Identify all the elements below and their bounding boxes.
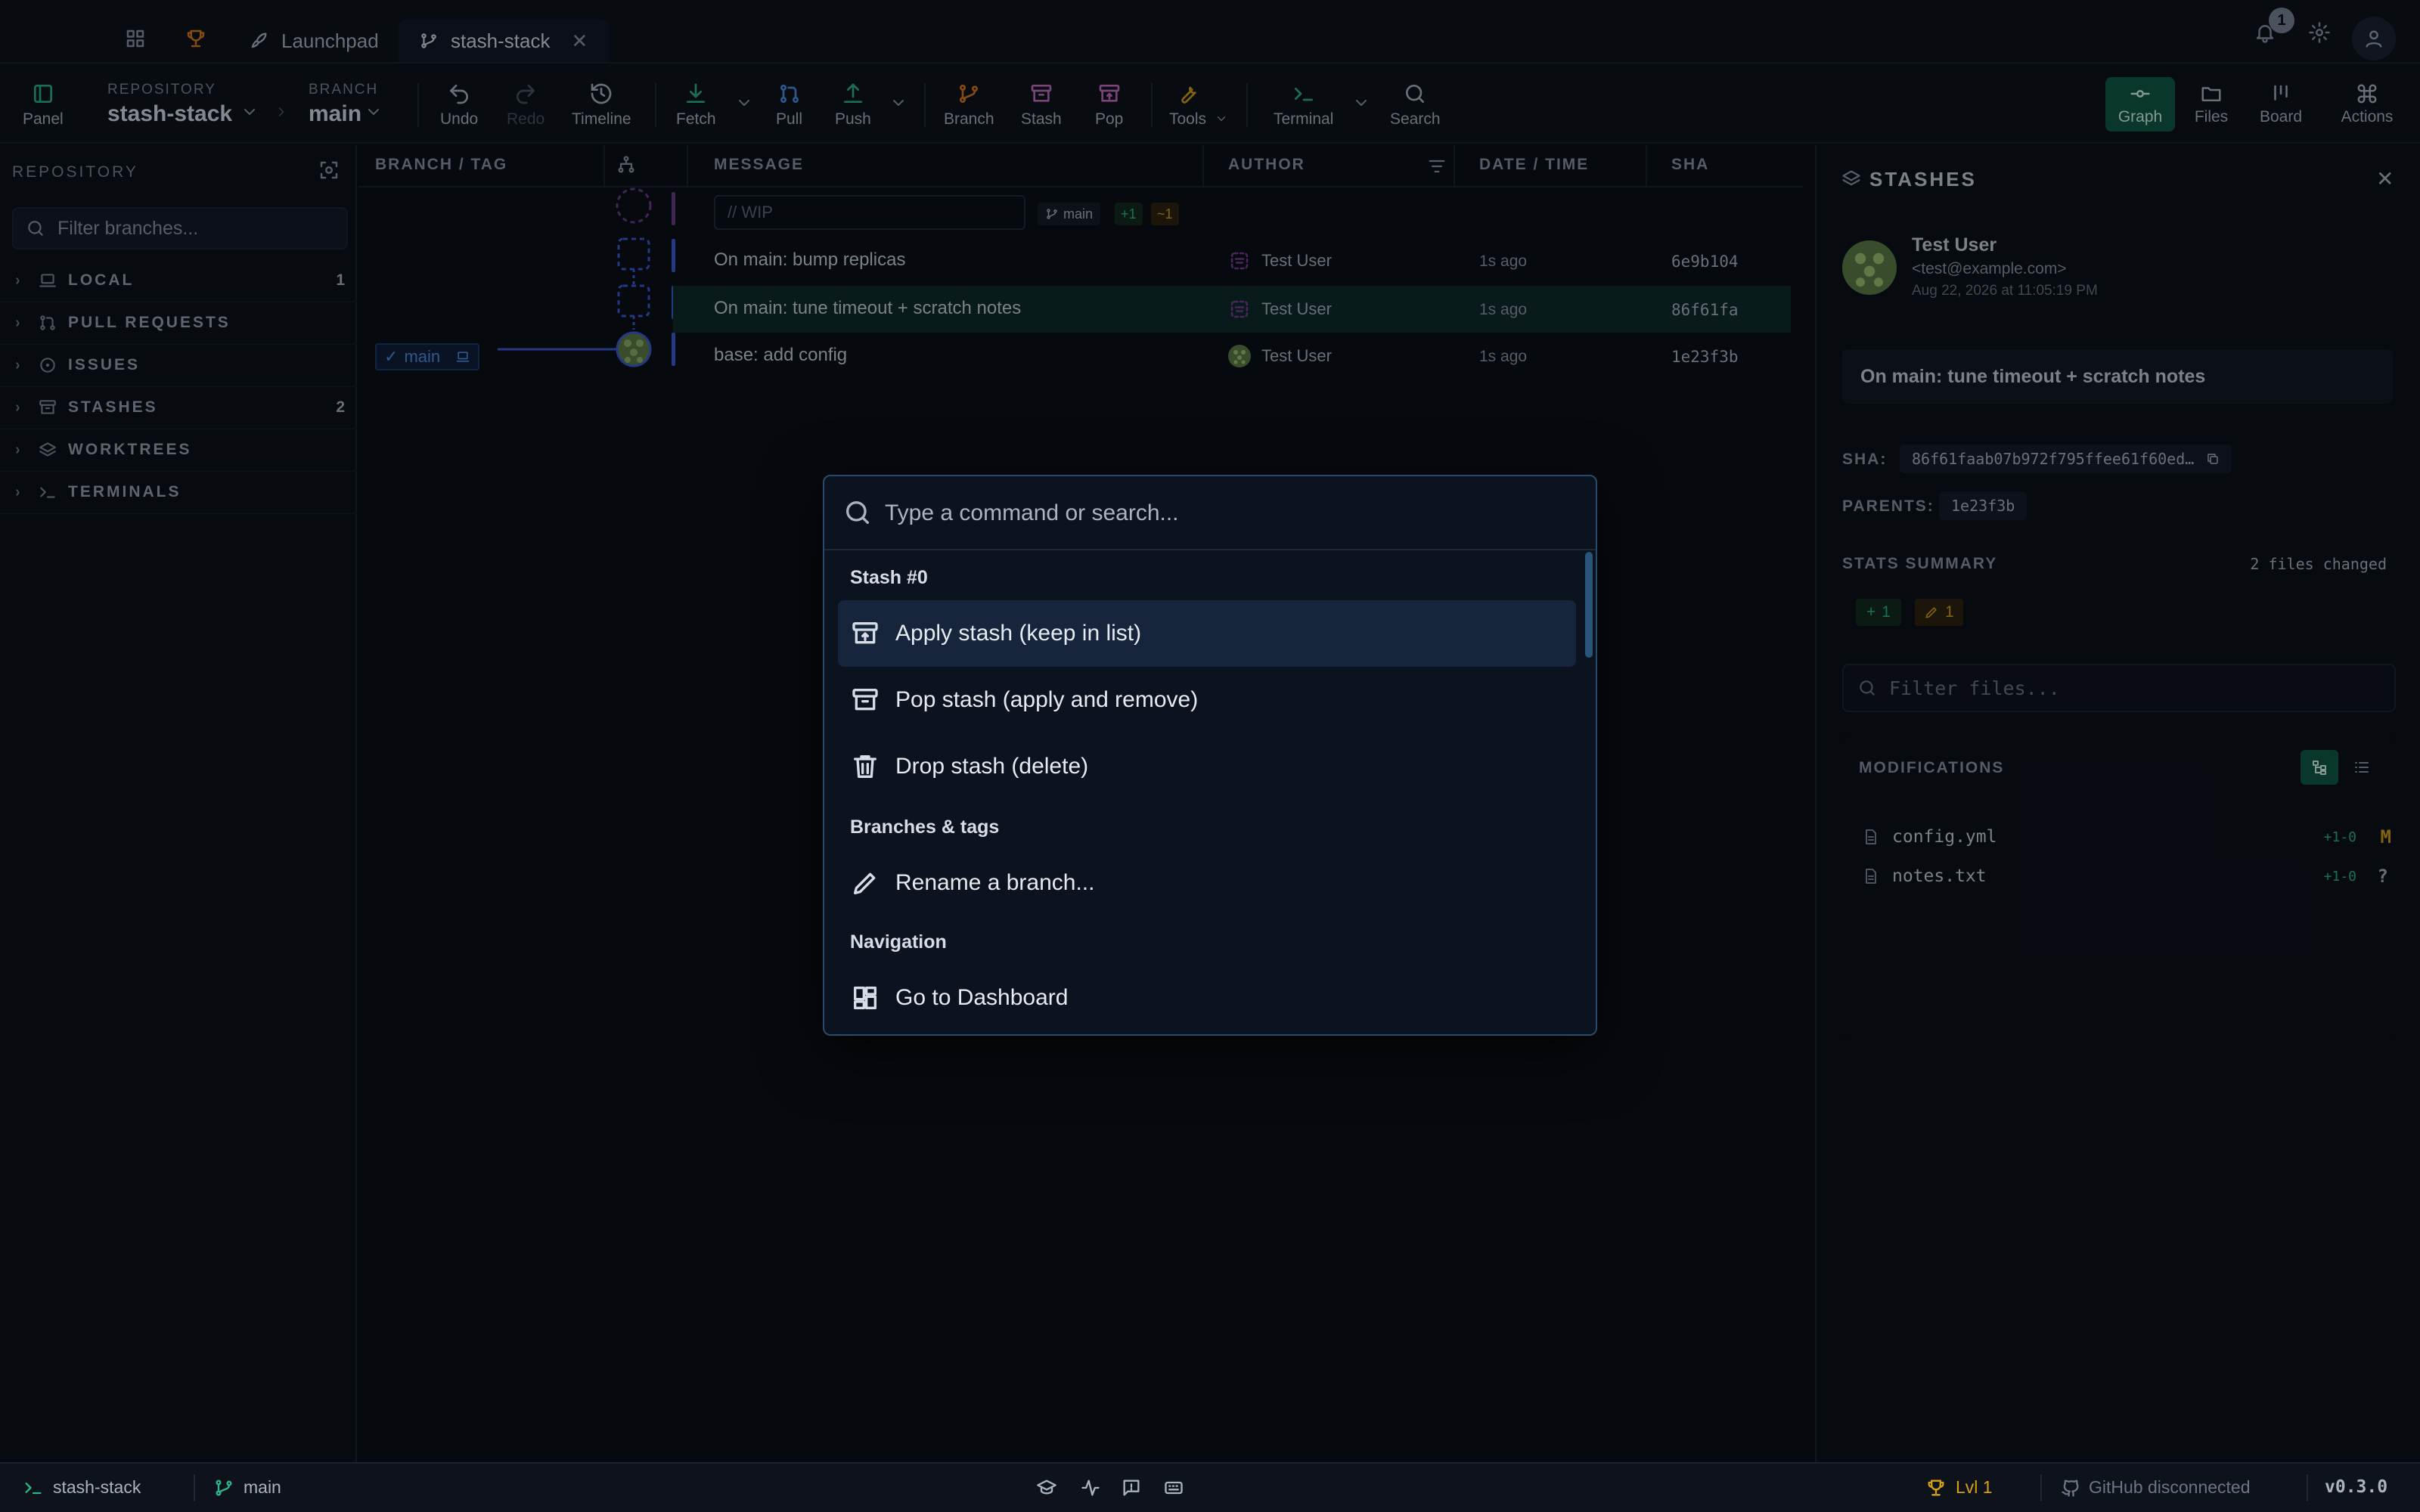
status-github[interactable]: GitHub disconnected [2089,1477,2251,1498]
group-label-navigation: Navigation [850,931,947,953]
status-level[interactable]: Lvl 1 [1956,1477,1993,1498]
archive-icon [852,689,878,711]
terminal-icon [23,1477,44,1498]
apply-stash-item[interactable]: Apply stash (keep in list) [838,600,1576,667]
command-palette: Stash #0 Apply stash (keep in list) Pop … [823,475,1597,1036]
status-version: v0.3.0 [2325,1477,2388,1497]
github-disconnected-icon [2060,1477,2081,1498]
activity-icon[interactable] [1080,1477,1101,1498]
dashboard-icon [854,987,876,1009]
pencil-icon [854,872,876,894]
palette-item-label: Go to Dashboard [895,985,1069,1010]
status-branch[interactable]: main [244,1477,281,1498]
feedback-icon[interactable] [1121,1477,1142,1498]
keyboard-icon[interactable] [1163,1477,1184,1498]
group-label-stash: Stash #0 [850,567,928,588]
search-icon [846,501,869,524]
palette-item-label: Apply stash (keep in list) [895,621,1142,646]
palette-item-label: Drop stash (delete) [895,754,1089,779]
palette-search [824,476,1596,550]
palette-item-label: Pop stash (apply and remove) [895,687,1199,712]
trophy-icon [1925,1477,1947,1498]
branch-icon [213,1477,234,1498]
graduation-cap-icon[interactable] [1036,1477,1057,1498]
drop-stash-item[interactable]: Drop stash (delete) [838,733,1576,800]
pop-stash-item[interactable]: Pop stash (apply and remove) [838,667,1576,733]
command-search-input[interactable] [885,494,1535,532]
group-label-branches: Branches & tags [850,816,1000,838]
status-bar: stash-stack main Lvl 1 GitHub disconnect… [0,1462,2420,1512]
palette-scrollbar[interactable] [1585,552,1593,658]
rename-branch-item[interactable]: Rename a branch... [838,850,1576,916]
go-to-dashboard-item[interactable]: Go to Dashboard [838,965,1576,1031]
trash-icon [854,755,876,778]
archive-upload-icon [852,622,878,644]
palette-item-label: Rename a branch... [895,870,1095,895]
status-repo[interactable]: stash-stack [53,1477,141,1498]
